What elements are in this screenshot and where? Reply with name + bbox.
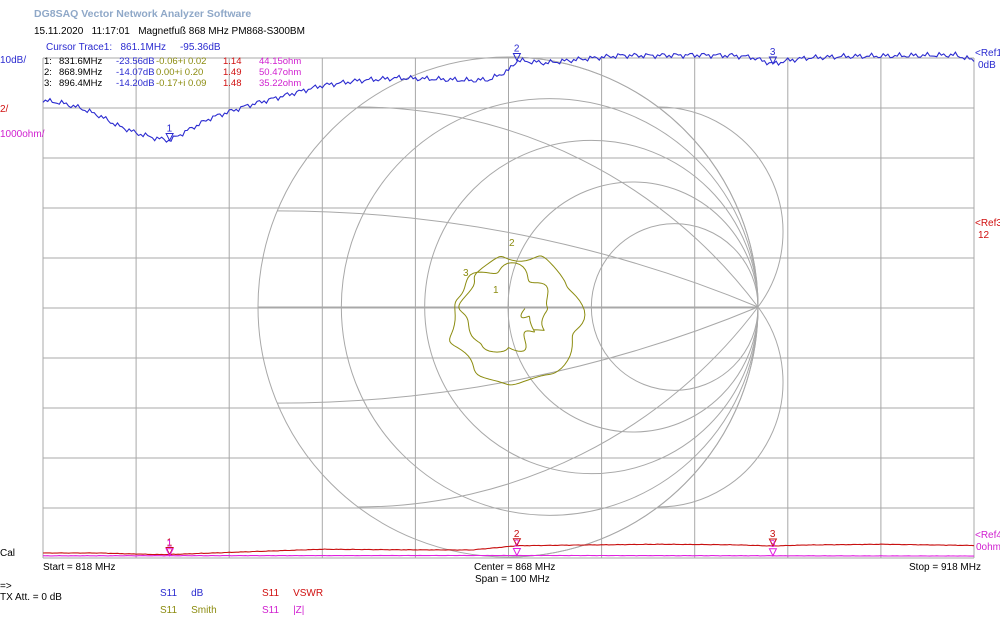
measurement-meta: 15.11.2020 11:17:01 Magnetfuß 868 MHz PM… [34, 26, 305, 37]
stop-frequency: Stop = 918 MHz [909, 562, 981, 573]
legend-name: VSWR [293, 588, 324, 599]
vswr-scale-label: 2/ [0, 104, 9, 115]
marker-2-id: 2: [44, 67, 52, 78]
db-trace-marker-label-3: 3 [770, 47, 776, 58]
marker-2-smith: 0.00+i 0.20 [156, 67, 204, 78]
ref3-marker: <Ref3 [975, 218, 1000, 229]
smith-reactance-arc [657, 306, 784, 508]
center-frequency: Center = 868 MHz [474, 562, 556, 573]
legend-param: S11 [262, 605, 280, 616]
legend-item-1[interactable]: S11 VSWR [262, 588, 323, 599]
smith-marker-2: 3 [463, 268, 469, 279]
z-scale-label: 1000ohm/ [0, 129, 45, 140]
marker-1-freq: 831.6MHz [59, 56, 103, 67]
marker-3-smith: -0.17+i 0.09 [156, 78, 207, 89]
z-trace-marker-label-2: 2 [514, 538, 520, 549]
tx-attenuation[interactable]: TX Att. = 0 dB [0, 592, 62, 603]
z-trace [42, 554, 975, 557]
marker-3-id: 3: [44, 78, 52, 89]
marker-1-smith: -0.06+i 0.02 [156, 56, 207, 67]
marker-2-db: -14.07dB [116, 67, 155, 78]
marker-1-id: 1: [44, 56, 52, 67]
legend-item-0[interactable]: S11 dB [160, 588, 203, 599]
measurement-date: 15.11.2020 [34, 26, 84, 37]
z-trace-marker-label-3: 3 [770, 539, 776, 550]
marker-3-freq: 896.4MHz [59, 78, 103, 89]
legend-name: dB [191, 588, 204, 599]
cursor-value: -95.36dB [179, 42, 221, 53]
z-trace-marker-label-1: 1 [167, 539, 173, 550]
smith-marker-1: 2 [509, 238, 515, 249]
legend-param: S11 [262, 588, 280, 599]
z-trace-marker-3 [768, 548, 778, 557]
db-trace-marker-label-1: 1 [167, 124, 173, 135]
smith-reactance-arc [657, 106, 784, 308]
legend-name: |Z| [293, 605, 305, 616]
measurement-description: Magnetfuß 868 MHz PM868-S300BM [138, 26, 305, 37]
legend-name: Smith [191, 605, 217, 616]
marker-3-vswr: 1.48 [223, 78, 242, 89]
cursor-freq: 861.1MHz [120, 42, 167, 53]
marker-1-db: -23.56dB [116, 56, 155, 67]
marker-3-db: -14.20dB [116, 78, 155, 89]
legend-param: S11 [160, 588, 178, 599]
measurement-time: 11:17:01 [91, 26, 130, 37]
app-title: DG8SAQ Vector Network Analyzer Software [34, 8, 252, 20]
span-frequency: Span = 100 MHz [475, 574, 550, 585]
marker-1-z: 44.15ohm [259, 56, 302, 67]
marker-2-z: 50.47ohm [259, 67, 302, 78]
tx-arrow: => [0, 581, 12, 592]
ref1-value: 0dB [978, 60, 996, 71]
marker-1-vswr: 1.14 [223, 56, 242, 67]
db-trace-marker-label-2: 2 [514, 44, 520, 55]
cal-indicator[interactable]: Cal [0, 548, 15, 559]
ref1-marker: <Ref1 [975, 48, 1000, 59]
ref4-marker: <Ref4 [975, 530, 1000, 541]
start-frequency: Start = 818 MHz [43, 562, 116, 573]
cursor-readout: Cursor Trace1: 861.1MHz -95.36dB [46, 42, 221, 53]
plot-area[interactable]: 12 312 31 2 3231 [0, 0, 1000, 627]
legend-item-3[interactable]: S11 |Z| [262, 605, 304, 616]
marker-2-freq: 868.9MHz [59, 67, 103, 78]
marker-2-vswr: 1.49 [223, 67, 242, 78]
smith-marker-3: 1 [493, 285, 499, 296]
ref4-value: 0ohm [976, 542, 1000, 553]
legend-item-2[interactable]: S11 Smith [160, 605, 217, 616]
cursor-label: Cursor Trace1: [46, 42, 113, 53]
marker-3-z: 35.22ohm [259, 78, 302, 89]
smith-s11-trace [449, 255, 586, 386]
db-scale-label: 10dB/ [0, 55, 27, 66]
ref3-value: 12 [978, 230, 990, 241]
legend-param: S11 [160, 605, 178, 616]
z-trace-marker-2 [512, 547, 522, 557]
